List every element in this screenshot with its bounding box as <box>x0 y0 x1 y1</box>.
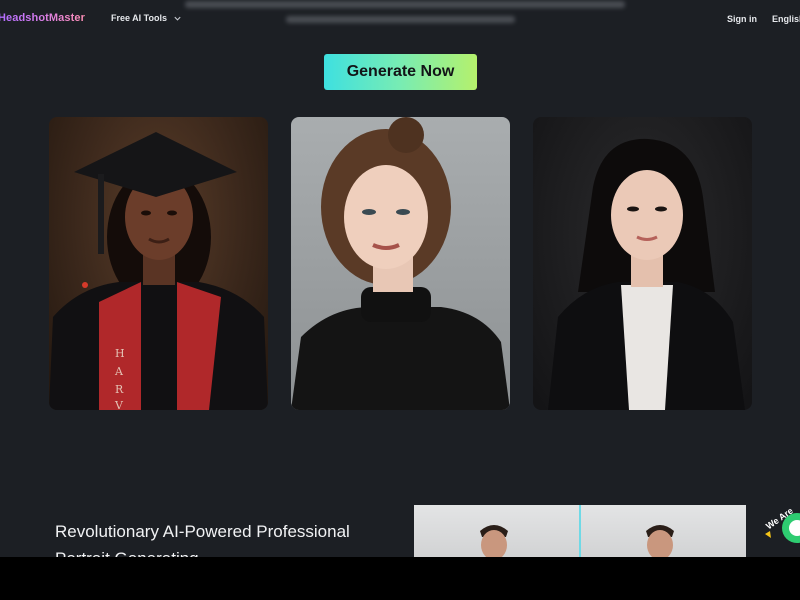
blurred-tagline <box>185 1 625 33</box>
we-are-badge[interactable]: We Are <box>761 498 800 548</box>
sign-in-link[interactable]: Sign in <box>727 14 757 24</box>
before-after-comparison[interactable] <box>414 505 746 557</box>
svg-text:R: R <box>115 383 124 396</box>
man-portrait-after <box>646 525 674 557</box>
feature-title: Revolutionary AI-Powered Professional Po… <box>55 522 350 557</box>
graduation-portrait: H A R V <box>49 117 268 410</box>
chevron-down-icon <box>174 16 181 21</box>
black-bottom-bar <box>0 557 800 600</box>
language-selector[interactable]: English <box>772 14 800 24</box>
turtleneck-portrait-image <box>291 117 510 410</box>
blazer-portrait-image <box>548 138 745 410</box>
free-ai-tools-menu[interactable]: Free AI Tools <box>111 13 182 23</box>
generate-now-button[interactable]: Generate Now <box>324 54 477 90</box>
logo[interactable]: HeadshotMaster <box>0 12 85 24</box>
page-viewport: HeadshotMaster Free AI Tools Sign in Eng… <box>0 0 800 557</box>
man-portrait-before <box>480 525 508 557</box>
free-ai-tools-label: Free AI Tools <box>111 13 168 23</box>
woman-black-blazer-portrait <box>533 117 752 410</box>
comparison-divider-handle[interactable] <box>579 505 581 557</box>
graduation-portrait-image: H A R V <box>49 132 268 410</box>
top-nav: HeadshotMaster Free AI Tools Sign in Eng… <box>0 0 800 38</box>
svg-text:H: H <box>115 347 125 360</box>
svg-text:A: A <box>114 365 124 378</box>
svg-text:V: V <box>114 399 124 410</box>
we-are-badge-graphic: We Are <box>764 506 800 543</box>
woman-black-turtleneck-portrait <box>291 117 510 410</box>
